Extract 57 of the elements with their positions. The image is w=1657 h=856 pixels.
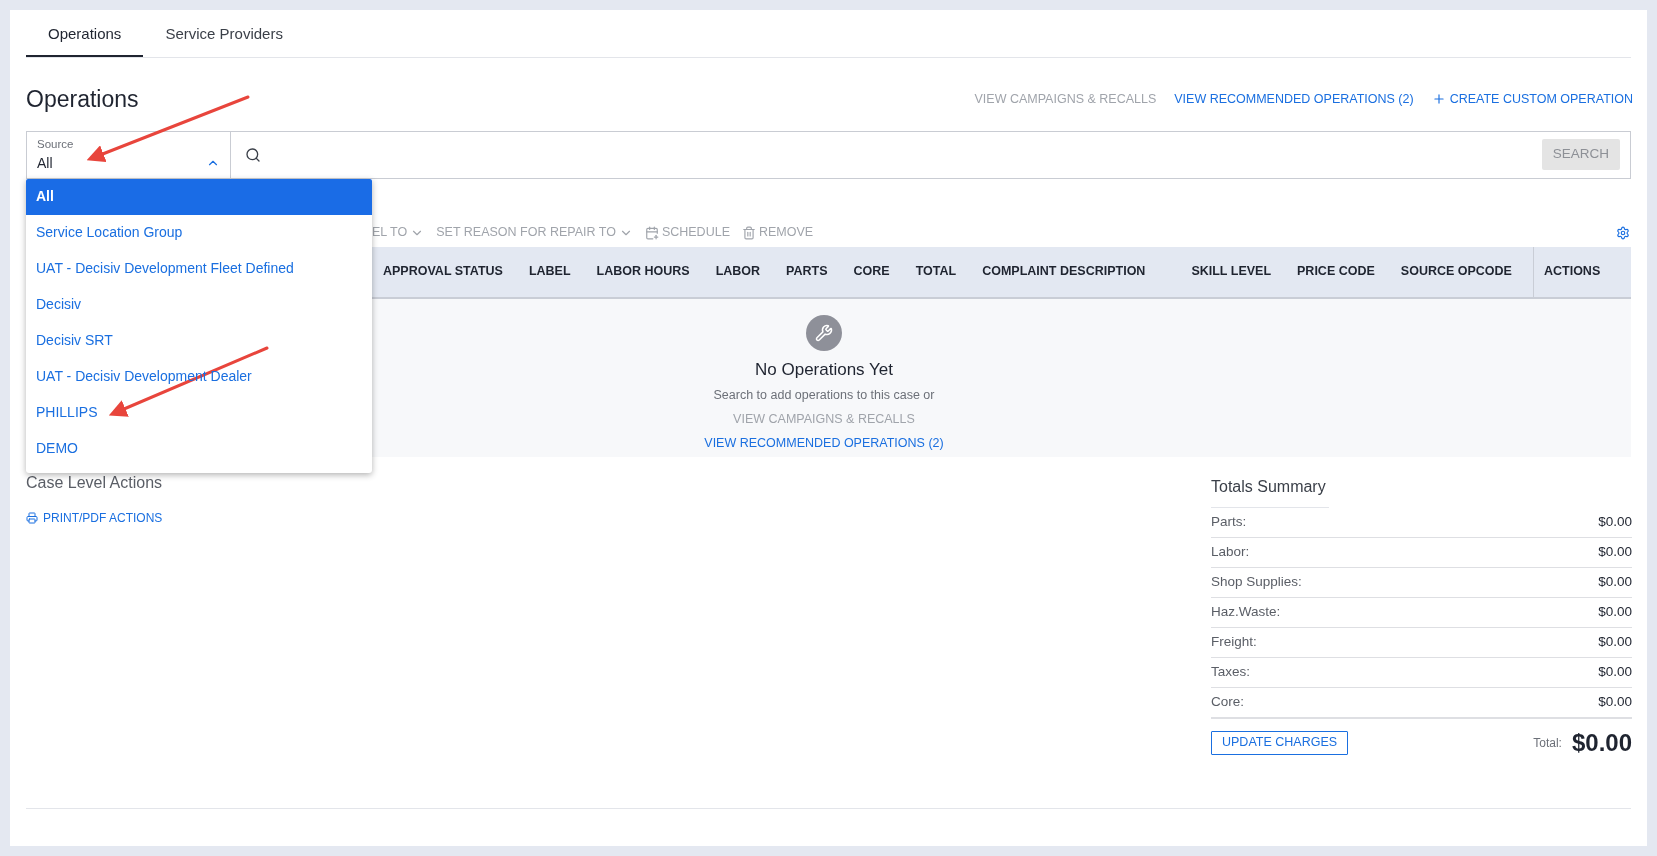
dropdown-option[interactable]: UAT - Decisiv Development Fleet Defined (26, 250, 372, 287)
dropdown-option[interactable]: Service Location Group (26, 214, 372, 251)
total-label: Core: (1211, 692, 1244, 711)
column-header: COMPLAINT DESCRIPTION (981, 263, 1147, 281)
header-link[interactable]: VIEW RECOMMENDED OPERATIONS (2) (1174, 89, 1414, 109)
calendar-icon (644, 225, 659, 240)
total-value: $0.00 (1598, 602, 1632, 621)
column-header: LABEL (527, 263, 572, 281)
update-charges-button[interactable]: UPDATE CHARGES (1211, 730, 1349, 755)
column-header: PRICE CODE (1296, 263, 1376, 281)
trash-icon (741, 225, 756, 240)
toolbar-action[interactable]: REMOVE (741, 223, 814, 242)
tab[interactable]: Service Providers (143, 13, 305, 57)
settings-icon[interactable] (1616, 225, 1630, 240)
print-pdf-link[interactable]: PRINT/PDF ACTIONS (26, 508, 163, 527)
column-header: APPROVAL STATUS (382, 263, 504, 281)
total-value: $0.00 (1598, 572, 1632, 591)
column-header: SOURCE OPCODE (1399, 263, 1513, 281)
toolbar-action[interactable]: SCHEDULE (644, 223, 730, 242)
column-header: CORE (852, 263, 891, 281)
total-label: Labor: (1211, 542, 1250, 561)
dropdown-option[interactable]: PHILLIPS (26, 394, 372, 431)
printer-icon (26, 511, 38, 524)
page-title: Operations (26, 85, 139, 114)
total-value: $0.00 (1598, 512, 1632, 531)
grand-total: $0.00 (1571, 727, 1632, 758)
total-label: Freight: (1211, 632, 1257, 651)
total-label: Parts: (1211, 512, 1247, 531)
column-header: LABOR HOURS (595, 263, 691, 281)
column-header: PARTS (785, 263, 829, 281)
toolbar-action[interactable]: SET REASON FOR REPAIR TO (436, 223, 633, 242)
toolbar-action[interactable]: EL TO (372, 223, 425, 242)
total-label: Taxes: (1211, 662, 1251, 681)
tab[interactable]: Operations (26, 13, 144, 57)
dropdown-option[interactable]: Decisiv SRT (26, 322, 372, 359)
header-link[interactable]: CREATE CUSTOM OPERATION (1431, 89, 1633, 109)
total-label: Shop Supplies: (1211, 572, 1302, 591)
total-value: $0.00 (1598, 542, 1632, 561)
empty-state-text: Search to add operations to this case or (713, 387, 935, 404)
total-label: Total: (1533, 734, 1562, 752)
total-value: $0.00 (1598, 662, 1632, 681)
empty-state-title: No Operations Yet (755, 358, 893, 381)
dropdown-option[interactable]: DEMO (26, 430, 372, 467)
dropdown-option[interactable]: All (26, 178, 372, 215)
column-header: ACTIONS (1532, 246, 1625, 297)
plus-icon (1431, 92, 1446, 107)
dropdown-option[interactable]: Decisiv (26, 286, 372, 323)
total-value: $0.00 (1598, 632, 1632, 651)
column-header: SKILL LEVEL (1190, 263, 1273, 281)
total-value: $0.00 (1598, 692, 1632, 711)
section-title: Totals Summary (1211, 474, 1329, 508)
total-label: Haz.Waste: (1211, 602, 1281, 621)
section-title: Case Level Actions (26, 472, 163, 493)
column-header: LABOR (714, 263, 762, 281)
tools-icon (806, 314, 842, 351)
empty-state-link[interactable]: VIEW RECOMMENDED OPERATIONS (2) (704, 433, 944, 453)
column-header: TOTAL (914, 263, 958, 281)
